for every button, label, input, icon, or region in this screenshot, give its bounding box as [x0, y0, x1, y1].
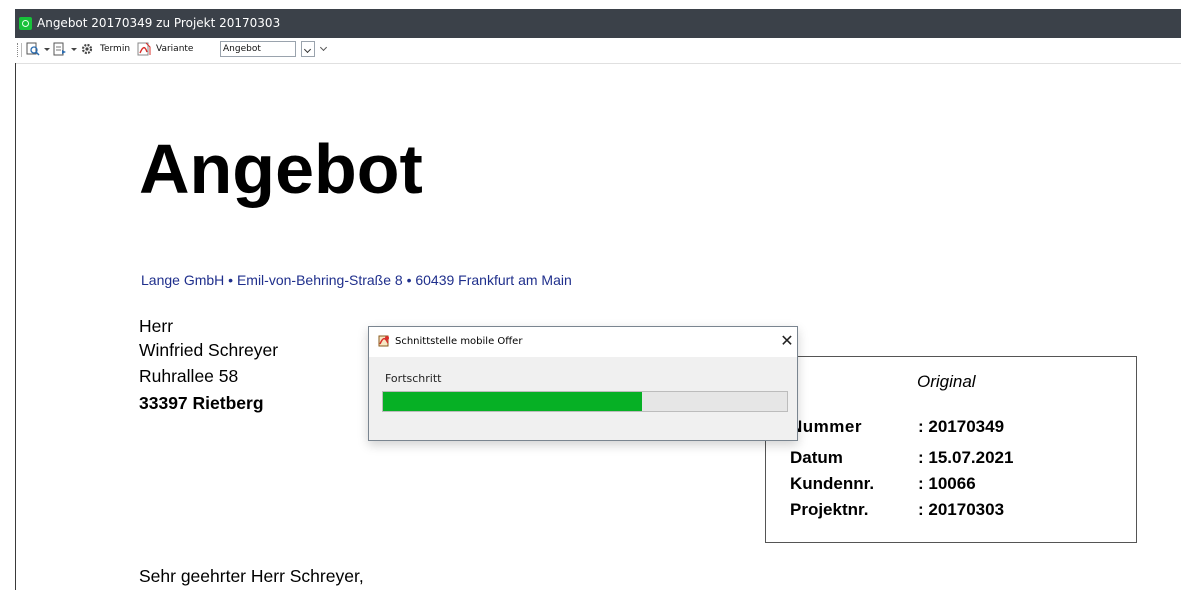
info-value-projektnr: : 20170303: [918, 500, 1005, 519]
dialog-title-bar[interactable]: Schnittstelle mobile Offer ✕: [369, 327, 797, 357]
recipient-street: Ruhrallee 58: [139, 366, 239, 386]
export-icon[interactable]: [53, 42, 67, 56]
info-value-nummer: : 20170349: [918, 417, 1005, 436]
print-preview-dropdown-icon[interactable]: [44, 48, 50, 51]
termin-button[interactable]: Termin: [100, 44, 130, 54]
mobile-offer-icon: [377, 334, 391, 348]
progress-dialog: Schnittstelle mobile Offer ✕ Fortschritt: [368, 326, 798, 441]
toolbar: Termin Variante Angebot: [15, 38, 1181, 64]
variante-dropdown-icon[interactable]: [301, 41, 315, 57]
toolbar-overflow-icon[interactable]: [319, 42, 329, 54]
export-dropdown-icon[interactable]: [71, 48, 77, 51]
info-value-datum: : 15.07.2021: [918, 448, 1014, 467]
app-icon: [19, 17, 32, 30]
title-bar: Angebot 20170349 zu Projekt 20170303: [0, 0, 1181, 38]
toolbar-grip[interactable]: [17, 43, 20, 57]
recipient-city: 33397 Rietberg: [139, 393, 264, 413]
info-label-projektnr: Projektnr.: [790, 500, 869, 519]
variante-select[interactable]: Angebot: [220, 41, 296, 57]
gear-icon[interactable]: [80, 42, 94, 56]
letter-greeting: Sehr geehrter Herr Schreyer,: [139, 566, 364, 586]
info-label-datum: Datum: [790, 448, 843, 467]
recipient-name: Winfried Schreyer: [139, 340, 279, 360]
recipient-salutation: Herr: [139, 316, 174, 336]
progress-label: Fortschritt: [385, 372, 442, 385]
copy-type-label: Original: [917, 372, 976, 391]
info-value-kundennr: : 10066: [918, 474, 976, 493]
sender-line: Lange GmbH • Emil-von-Behring-Straße 8 •…: [141, 272, 572, 288]
document-left-border: [15, 63, 16, 590]
toolbar-separator: [21, 43, 22, 57]
info-label-kundennr: Kundennr.: [790, 474, 875, 493]
progress-bar-fill: [383, 392, 642, 411]
close-icon[interactable]: ✕: [777, 330, 797, 352]
document-heading: Angebot: [139, 130, 423, 208]
print-preview-icon[interactable]: [26, 42, 40, 56]
title-bar-strip[interactable]: Angebot 20170349 zu Projekt 20170303: [15, 9, 1181, 38]
progress-bar: [382, 391, 788, 412]
pdf-icon[interactable]: [137, 42, 151, 56]
dialog-title: Schnittstelle mobile Offer: [395, 336, 523, 347]
window-title: Angebot 20170349 zu Projekt 20170303: [37, 16, 281, 30]
info-label-nummer: Nummer: [790, 417, 862, 436]
variante-label: Variante: [156, 44, 194, 54]
